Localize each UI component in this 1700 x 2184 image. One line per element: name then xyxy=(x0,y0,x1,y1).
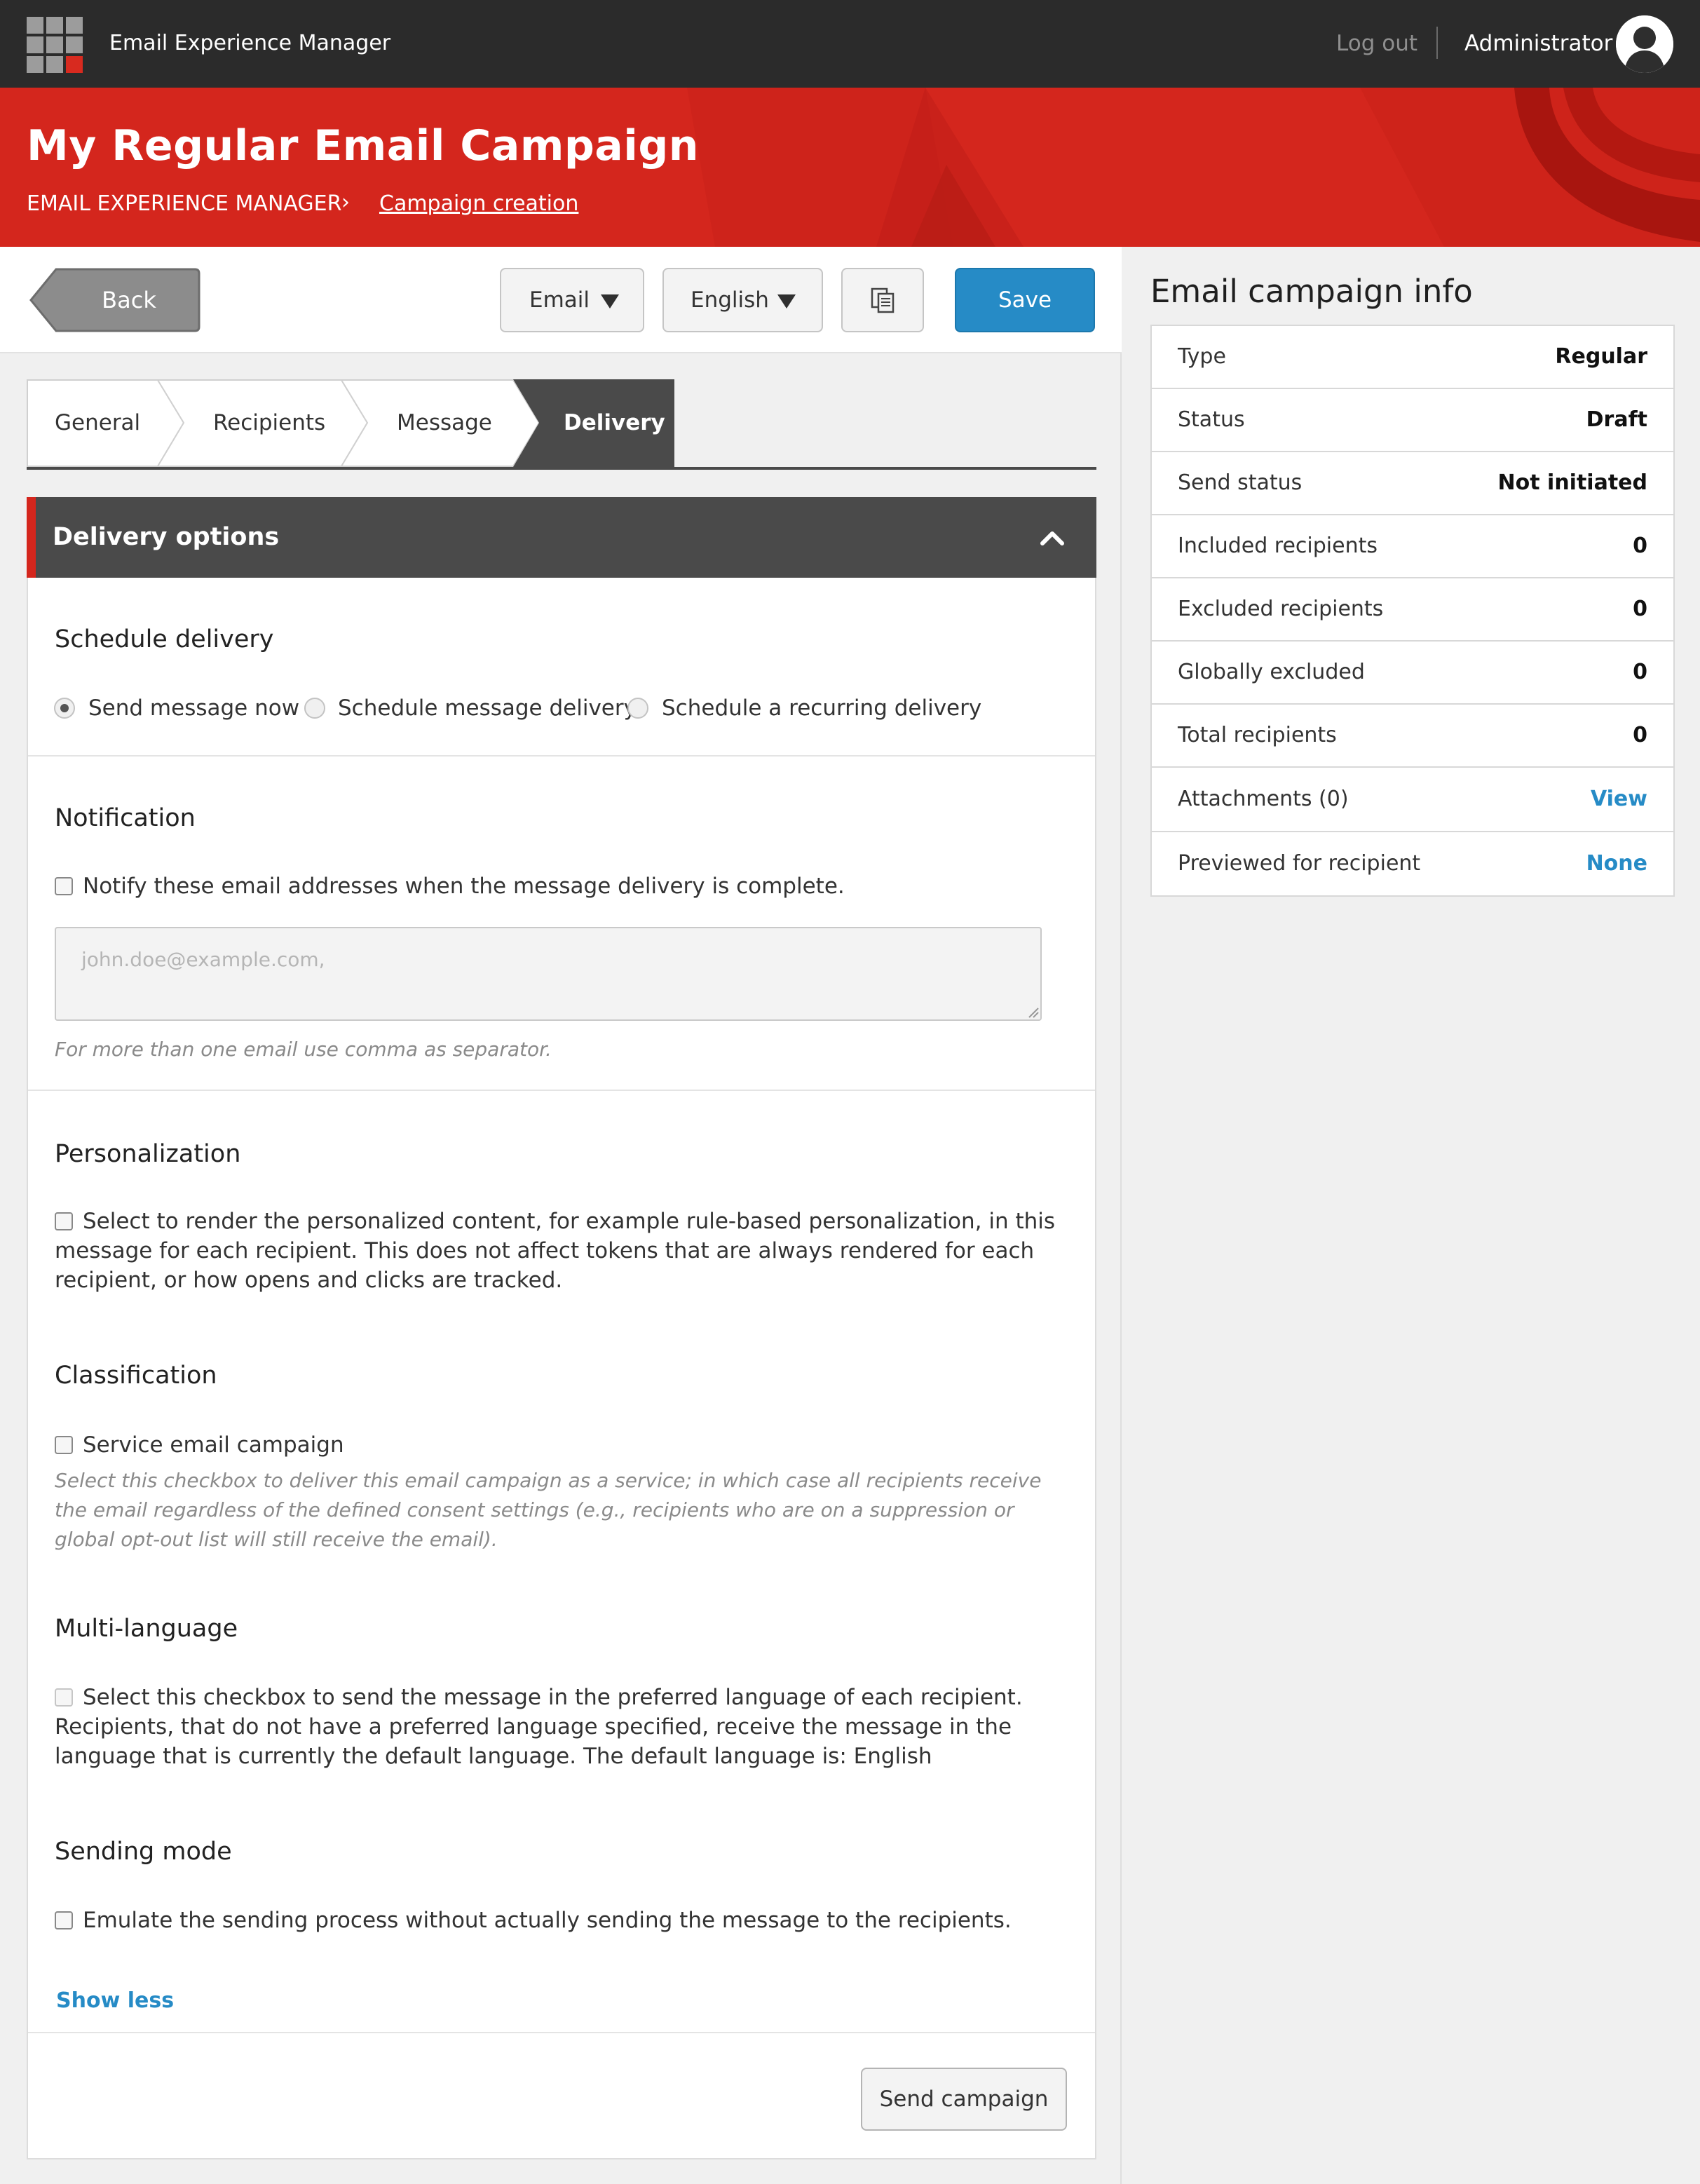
info-key: Excluded recipients xyxy=(1178,597,1384,621)
personalization-heading: Personalization xyxy=(55,1140,241,1168)
info-value: 0 xyxy=(1633,660,1647,684)
sending-mode-heading: Sending mode xyxy=(55,1838,232,1866)
breadcrumb-separator: › xyxy=(341,190,350,215)
app-title: Email Experience Manager xyxy=(109,31,391,55)
info-row-type: Type Regular xyxy=(1152,326,1673,389)
info-row-previewed: Previewed for recipient None xyxy=(1152,832,1673,895)
save-button[interactable]: Save xyxy=(955,268,1095,332)
info-row-globally-excluded: Globally excluded 0 xyxy=(1152,642,1673,705)
user-name[interactable]: Administrator xyxy=(1464,28,1612,59)
notify-checkbox-label[interactable]: Notify these email addresses when the me… xyxy=(55,871,1064,901)
info-key: Attachments (0) xyxy=(1178,787,1349,811)
previewed-recipient-link[interactable]: None xyxy=(1586,832,1647,895)
channel-select-value: Email xyxy=(529,287,590,313)
notification-hint: For more than one email use comma as sep… xyxy=(55,1038,552,1061)
info-key: Previewed for recipient xyxy=(1178,851,1421,876)
panel-accent xyxy=(27,497,36,578)
personalization-checkbox-label[interactable]: Select to render the personalized conten… xyxy=(55,1207,1064,1295)
back-button-label: Back xyxy=(102,287,156,313)
info-value: 0 xyxy=(1633,723,1647,747)
info-key: Status xyxy=(1178,407,1245,432)
emulate-sending-checkbox-label[interactable]: Emulate the sending process without actu… xyxy=(55,1906,1064,1935)
radio-recurring-delivery-label[interactable]: Schedule a recurring delivery xyxy=(662,693,981,724)
tab-general-label: General xyxy=(55,410,141,435)
radio-schedule-delivery-label[interactable]: Schedule message delivery xyxy=(338,693,637,724)
tab-delivery[interactable]: Delivery xyxy=(539,379,674,467)
tab-message-label: Message xyxy=(397,410,492,435)
language-select[interactable]: English xyxy=(662,268,823,332)
send-campaign-button[interactable]: Send campaign xyxy=(861,2068,1067,2131)
notification-heading: Notification xyxy=(55,804,196,832)
logout-link[interactable]: Log out xyxy=(1336,28,1417,59)
page-header: My Regular Email Campaign EMAIL EXPERIEN… xyxy=(0,88,1700,247)
classification-heading: Classification xyxy=(55,1362,217,1390)
tabs-underline xyxy=(27,467,1096,470)
info-value: Draft xyxy=(1586,407,1647,432)
page-title: My Regular Email Campaign xyxy=(27,121,700,170)
radio-recurring-delivery[interactable] xyxy=(627,698,648,719)
info-key: Globally excluded xyxy=(1178,660,1365,684)
tab-general[interactable]: General xyxy=(27,379,157,467)
show-less-link[interactable]: Show less xyxy=(56,1986,174,2016)
schedule-delivery-heading: Schedule delivery xyxy=(55,625,274,653)
service-email-checkbox-label[interactable]: Service email campaign xyxy=(55,1430,1064,1460)
back-button[interactable]: Back xyxy=(29,268,200,332)
section-divider xyxy=(28,1090,1095,1091)
tab-recipients-label: Recipients xyxy=(213,410,326,435)
panel-title: Delivery options xyxy=(53,523,280,551)
info-value: 0 xyxy=(1633,534,1647,558)
radio-schedule-delivery[interactable] xyxy=(304,698,325,719)
info-row-status: Status Draft xyxy=(1152,389,1673,452)
dropdown-caret-icon xyxy=(777,294,796,308)
tab-delivery-label: Delivery xyxy=(564,410,665,435)
info-row-included: Included recipients 0 xyxy=(1152,515,1673,578)
classification-hint: Select this checkbox to deliver this ema… xyxy=(55,1469,1042,1551)
copy-document-icon xyxy=(871,287,895,313)
chevron-up-icon[interactable] xyxy=(1040,525,1065,550)
section-divider xyxy=(28,2032,1095,2033)
section-divider xyxy=(28,755,1095,757)
info-key: Type xyxy=(1178,344,1226,369)
breadcrumb-current[interactable]: Campaign creation xyxy=(379,190,578,218)
user-avatar-icon[interactable] xyxy=(1616,15,1673,73)
multilanguage-heading: Multi-language xyxy=(55,1615,238,1643)
header-divider xyxy=(1436,27,1438,59)
copy-button[interactable] xyxy=(841,268,924,332)
campaign-info-title: Email campaign info xyxy=(1150,273,1473,310)
resize-grip-icon[interactable] xyxy=(1028,1007,1039,1018)
breadcrumb-root: EMAIL EXPERIENCE MANAGER xyxy=(27,191,342,216)
radio-send-now[interactable] xyxy=(54,698,75,719)
info-key: Included recipients xyxy=(1178,534,1378,558)
info-value: 0 xyxy=(1633,597,1647,621)
info-row-total: Total recipients 0 xyxy=(1152,705,1673,768)
info-value: Regular xyxy=(1555,344,1647,369)
dropdown-caret-icon xyxy=(601,294,619,308)
info-row-send-status: Send status Not initiated xyxy=(1152,452,1673,515)
info-row-excluded: Excluded recipients 0 xyxy=(1152,578,1673,642)
notification-email-input[interactable] xyxy=(55,927,1042,1021)
top-bar: Email Experience Manager Log out Adminis… xyxy=(0,0,1700,88)
info-value: Not initiated xyxy=(1497,470,1647,495)
info-key: Send status xyxy=(1178,470,1303,495)
info-row-attachments: Attachments (0) View xyxy=(1152,768,1673,832)
tab-recipients[interactable]: Recipients xyxy=(184,379,341,467)
radio-send-now-label[interactable]: Send message now xyxy=(88,693,299,724)
tab-message[interactable]: Message xyxy=(367,379,513,467)
app-grid-icon[interactable] xyxy=(27,17,83,73)
channel-select[interactable]: Email xyxy=(500,268,644,332)
delivery-options-header[interactable]: Delivery options xyxy=(27,497,1096,578)
view-attachments-link[interactable]: View xyxy=(1591,768,1647,831)
language-select-value: English xyxy=(691,287,769,313)
multilanguage-checkbox-label[interactable]: Select this checkbox to send the message… xyxy=(55,1683,1064,1771)
info-key: Total recipients xyxy=(1178,723,1337,747)
